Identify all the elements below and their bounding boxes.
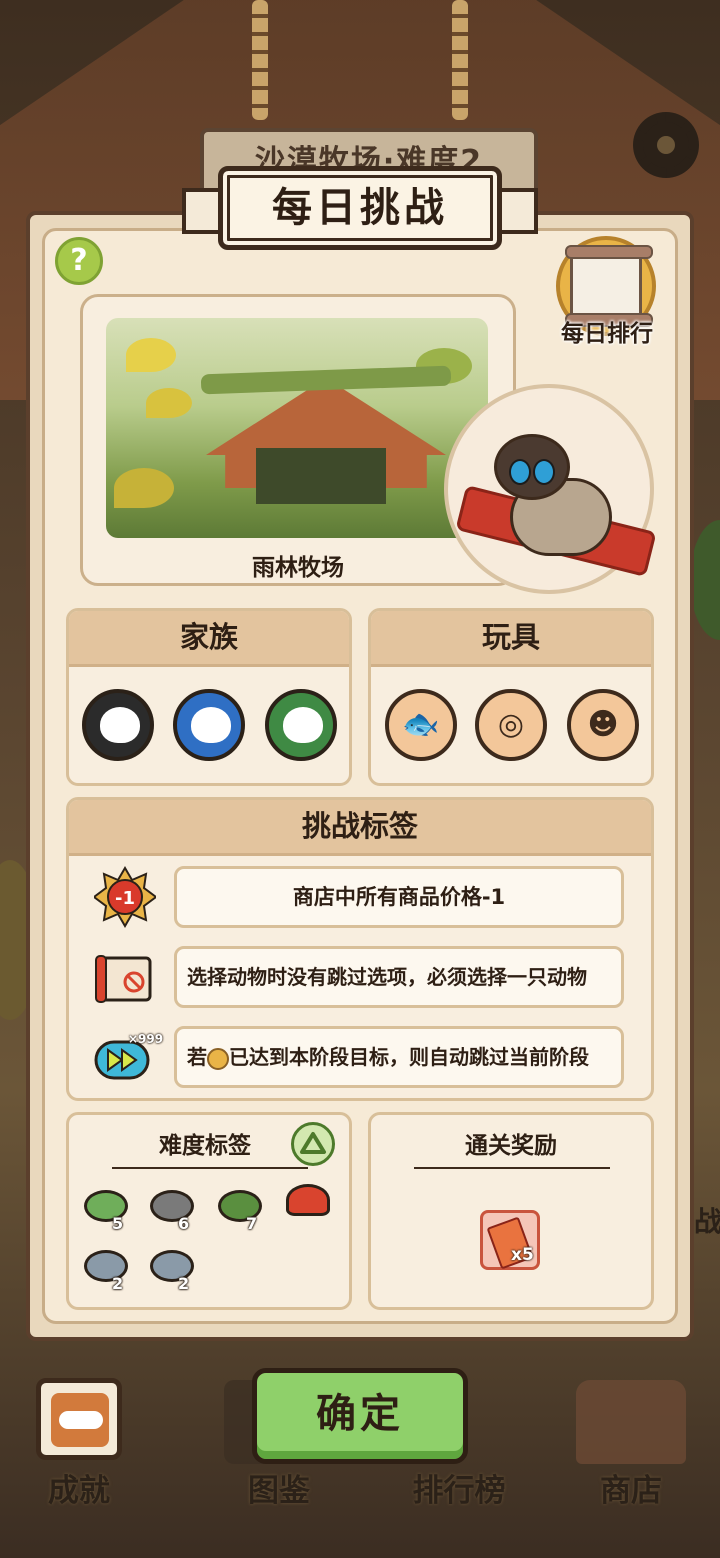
fast-forward-badge: ×999 (128, 1032, 164, 1046)
difficulty-up-icon[interactable] (291, 1122, 335, 1166)
confirm-label: 确定 (316, 1391, 404, 1437)
daruma-toy-icon[interactable]: ☻ (567, 689, 639, 761)
frog-icon: 5 (82, 1186, 132, 1236)
leaf-decoration (126, 338, 176, 372)
challenge-tag-row: 商店中所有商品价格-1 (174, 866, 624, 928)
leaf-decoration (114, 468, 174, 508)
background-side-text: 战 (694, 1205, 720, 1238)
goldfish-toy-icon[interactable]: 🐟 (385, 689, 457, 761)
stage-name: 雨林牧场 (252, 555, 344, 581)
stage-image (106, 318, 488, 538)
hut-doorway (256, 448, 386, 504)
banner-plate: 每日挑战 (218, 166, 502, 250)
chain-left (252, 0, 268, 120)
challenge-tags-header: 挑战标签 (69, 800, 651, 856)
difficulty-divider (112, 1167, 308, 1169)
back-button[interactable] (36, 1378, 122, 1460)
blue-bird-family-icon[interactable] (173, 689, 245, 761)
plant-right (690, 520, 720, 640)
green-frog-family-icon[interactable] (265, 689, 337, 761)
daily-ranking-label: 每日排行 (561, 321, 653, 347)
families-header: 家族 (69, 611, 349, 667)
fast-forward-icon: ×999 (94, 1028, 163, 1090)
siamese-cat-icon (494, 434, 570, 500)
nav-encyclopedia-label: 图鉴 (248, 1473, 310, 1509)
cat-eye (509, 459, 531, 485)
toys-header: 玩具 (371, 611, 651, 667)
back-arrow-icon (51, 1393, 109, 1447)
svg-text:-1: -1 (115, 888, 135, 909)
reward-count: x5 (511, 1245, 534, 1265)
title-banner: 每日挑战 (182, 166, 538, 258)
nav-achievements-label: 成就 (48, 1473, 110, 1509)
reward-title: 通关奖励 (465, 1133, 557, 1159)
families-section: 家族 (66, 608, 352, 786)
cat-eye (533, 459, 555, 485)
ticket-icon[interactable]: x5 (480, 1210, 540, 1270)
nav-leaderboard-label: 排行榜 (412, 1473, 506, 1509)
reward-divider (414, 1167, 610, 1169)
daily-ranking-button[interactable]: 每日排行 (548, 236, 666, 348)
cat-portrait (444, 384, 657, 594)
scroll-icon (565, 245, 653, 327)
challenge-tag-row: 选择动物时没有跳过选项，必须选择一只动物 (174, 946, 624, 1008)
collar-toy-icon[interactable]: ◎ (475, 689, 547, 761)
page-title: 每日挑战 (272, 185, 448, 231)
confirm-button[interactable]: 确定 (252, 1368, 468, 1464)
storm-cloud-icon: 2 (82, 1246, 132, 1296)
price-minus-one-icon: -1 (92, 866, 158, 928)
dark-ghost-family-icon[interactable] (82, 689, 154, 761)
help-button[interactable]: ? (55, 237, 103, 285)
leaf-decoration (146, 388, 192, 418)
fire-flower-icon (284, 1180, 334, 1230)
nav-shop-label: 商店 (600, 1473, 662, 1509)
dog-icon: 6 (148, 1186, 198, 1236)
toys-section: 玩具 🐟 ◎ ☻ (368, 608, 654, 786)
settings-gear-icon[interactable] (633, 112, 699, 178)
chain-right (452, 0, 468, 120)
challenge-tag-row: 若已达到本阶段目标，则自动跳过当前阶段 (174, 1026, 624, 1088)
toad-icon: 7 (216, 1186, 266, 1236)
shop-stall-icon (576, 1380, 686, 1464)
no-skip-scroll-icon (94, 948, 156, 1010)
nav-shop[interactable]: 商店 (556, 1360, 706, 1510)
paw-coin-icon (207, 1047, 229, 1070)
challenge-tag-prefix: 若 (187, 1045, 207, 1069)
timed-storm-cloud-icon: 2 (148, 1246, 198, 1296)
difficulty-title: 难度标签 (159, 1133, 251, 1159)
challenge-tag-suffix: 已达到本阶段目标，则自动跳过当前阶段 (229, 1045, 589, 1069)
